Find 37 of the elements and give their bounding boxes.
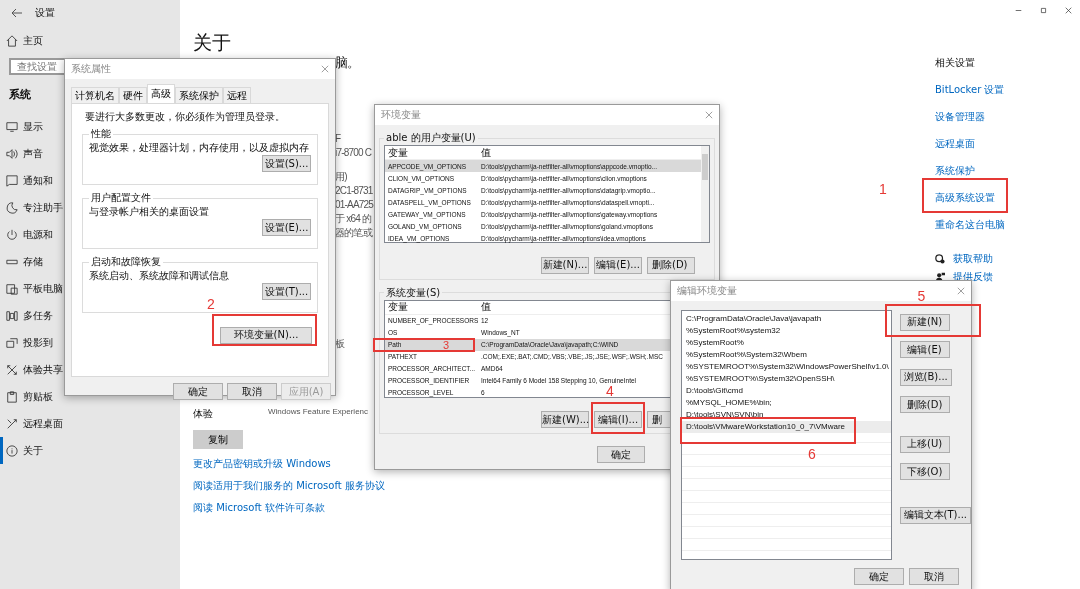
- column-header: 变量: [387, 300, 409, 314]
- column-header: 值: [481, 145, 492, 160]
- group-text: 视觉效果，处理器计划，内存使用，以及虚拟内存: [89, 141, 310, 155]
- window-title: 设置: [35, 6, 55, 20]
- spec-text: F: [335, 132, 341, 146]
- spec-text: 脑。: [335, 56, 360, 70]
- group-title: 性能: [90, 127, 112, 141]
- annotation-number: 4: [606, 383, 614, 398]
- dialog-title: 编辑环境变量: [677, 284, 737, 298]
- group-text: 与登录帐户相关的桌面设置: [89, 205, 210, 219]
- spec-text: 器的笔或: [335, 226, 372, 240]
- spec-label: 体验: [193, 407, 214, 421]
- spec-text: 于 x64 的: [335, 212, 372, 226]
- annotation-number: 2: [207, 297, 215, 311]
- group-title: able 的用户变量(U): [385, 131, 477, 145]
- dialog-title: 环境变量: [381, 108, 421, 122]
- spec-text: 01-AA725: [335, 198, 374, 212]
- spec-text: 用): [335, 170, 347, 184]
- group-title: 系统变量(S): [385, 285, 442, 300]
- column-header: 值: [481, 300, 492, 314]
- annotation-number: 1: [879, 182, 887, 196]
- spec-text: i7-8700 C: [335, 146, 372, 160]
- page-title: 关于: [193, 30, 231, 54]
- related-title: 相关设置: [935, 56, 975, 70]
- annotation-number: 5: [917, 289, 926, 303]
- notice-text: 要进行大多数更改，你必须作为管理员登录。: [85, 110, 286, 124]
- annotation-number: 6: [808, 447, 816, 461]
- group-title: 用户配置文件: [90, 191, 152, 205]
- group-text: 系统启动、系统故障和调试信息: [89, 269, 230, 283]
- group-title: 启动和故障恢复: [90, 255, 162, 269]
- spec-value: Windows Feature Experienc: [268, 407, 369, 418]
- section-title: 系统: [9, 87, 31, 102]
- spec-text: 板: [335, 337, 345, 351]
- dialog-title: 系统属性: [71, 62, 111, 76]
- column-header: 变量: [387, 145, 409, 160]
- annotation-number: 3: [443, 338, 450, 351]
- spec-text: 2C1-8731: [335, 184, 373, 198]
